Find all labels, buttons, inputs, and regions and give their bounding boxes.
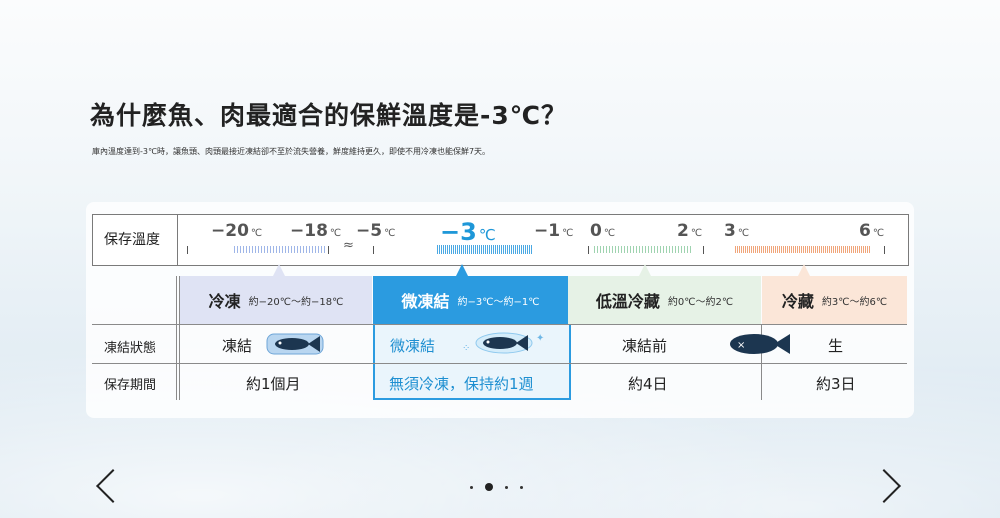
tick-label-minus3: −3 ℃ (440, 218, 496, 246)
row-label-freeze-state: 凍結狀態 (104, 341, 157, 356)
cell-microfreeze-period: 無須冷凍，保持約1週 (389, 375, 534, 393)
microfreeze-pointer (456, 264, 468, 276)
column-range: 約−20℃〜約−18℃ (248, 296, 344, 308)
pagination-dots (470, 483, 523, 491)
low-chill-range-bar (594, 246, 692, 253)
tick-label-minus18: −18 ℃ (290, 221, 342, 241)
pagination-dot[interactable] (470, 485, 473, 489)
table-divider (92, 363, 907, 364)
column-range: 約3℃〜約6℃ (821, 296, 888, 308)
freeze-range-bar (234, 246, 326, 253)
tick-mark (187, 246, 188, 254)
scale-label: 保存溫度 (104, 232, 160, 248)
tick-mark (373, 246, 374, 254)
svg-text:×: × (737, 340, 745, 351)
column-name: 微凍結 (401, 292, 450, 311)
tick-mark (588, 246, 589, 254)
table-divider (92, 324, 907, 325)
pagination-dot-active[interactable] (485, 483, 493, 491)
page-title: 為什麼魚、肉最適合的保鮮溫度是-3℃？ (90, 101, 568, 130)
cell-chill-period: 約3日 (816, 375, 856, 393)
tick-label-2: 2 ℃ (677, 221, 703, 241)
page-subtitle: 庫內溫度達到-3℃時，讓魚頭、肉頭最接近凍結卻不至於流失營養，鮮度維持更久，即使… (92, 147, 491, 156)
tick-mark (703, 246, 704, 254)
column-freeze: 冷凍 約−20℃〜約−18℃ (180, 276, 372, 324)
cell-freeze-state: 凍結 (222, 337, 253, 355)
column-range: 約0℃〜約2℃ (667, 296, 734, 308)
scale-divider (177, 214, 178, 265)
column-low-chill: 低溫冷藏 約0℃〜約2℃ (568, 276, 761, 324)
svg-text:✦: ✦ (536, 333, 544, 344)
cell-chill-state: 生 (828, 337, 844, 355)
svg-text:⁘: ⁘ (462, 343, 470, 354)
table-divider (176, 276, 177, 400)
table-divider (179, 276, 180, 400)
microfreeze-range-bar (437, 245, 532, 254)
column-range: 約−3℃〜約−1℃ (457, 296, 540, 308)
tick-label-0: 0 ℃ (590, 221, 616, 241)
low-chill-pointer (639, 264, 651, 276)
cell-microfreeze-state: 微凍結 (390, 337, 436, 355)
column-microfreeze: 微凍結 約−3℃〜約−1℃ (373, 276, 568, 324)
cell-freeze-period: 約1個月 (246, 375, 301, 393)
fresh-fish-icon: × (730, 334, 790, 354)
chill-range-bar (735, 246, 870, 253)
row-label-storage-period: 保存期間 (104, 378, 157, 393)
pagination-dot[interactable] (520, 485, 523, 489)
column-name: 冷凍 (208, 292, 241, 311)
cell-low-chill-period: 約4日 (628, 375, 668, 393)
column-name: 冷藏 (781, 292, 814, 311)
chill-pointer (798, 264, 810, 276)
microfrozen-fish-icon: ⁘ ✦ (462, 332, 544, 354)
scale-break-symbol: ≈ (343, 238, 354, 253)
column-chill: 冷藏 約3℃〜約6℃ (762, 276, 907, 324)
tick-label-6: 6 ℃ (859, 221, 885, 241)
tick-label-minus20: −20 ℃ (211, 221, 263, 241)
tick-mark (884, 246, 885, 254)
tick-label-minus5: −5 ℃ (356, 221, 396, 241)
tick-label-minus1: −1 ℃ (534, 221, 574, 241)
cell-low-chill-state: 凍結前 (622, 337, 668, 355)
tick-label-3: 3 ℃ (724, 221, 750, 241)
tick-mark (328, 246, 329, 254)
freeze-pointer (273, 264, 285, 276)
frozen-fish-icon (266, 333, 324, 355)
pagination-dot[interactable] (505, 485, 508, 489)
column-name: 低溫冷藏 (595, 292, 660, 311)
